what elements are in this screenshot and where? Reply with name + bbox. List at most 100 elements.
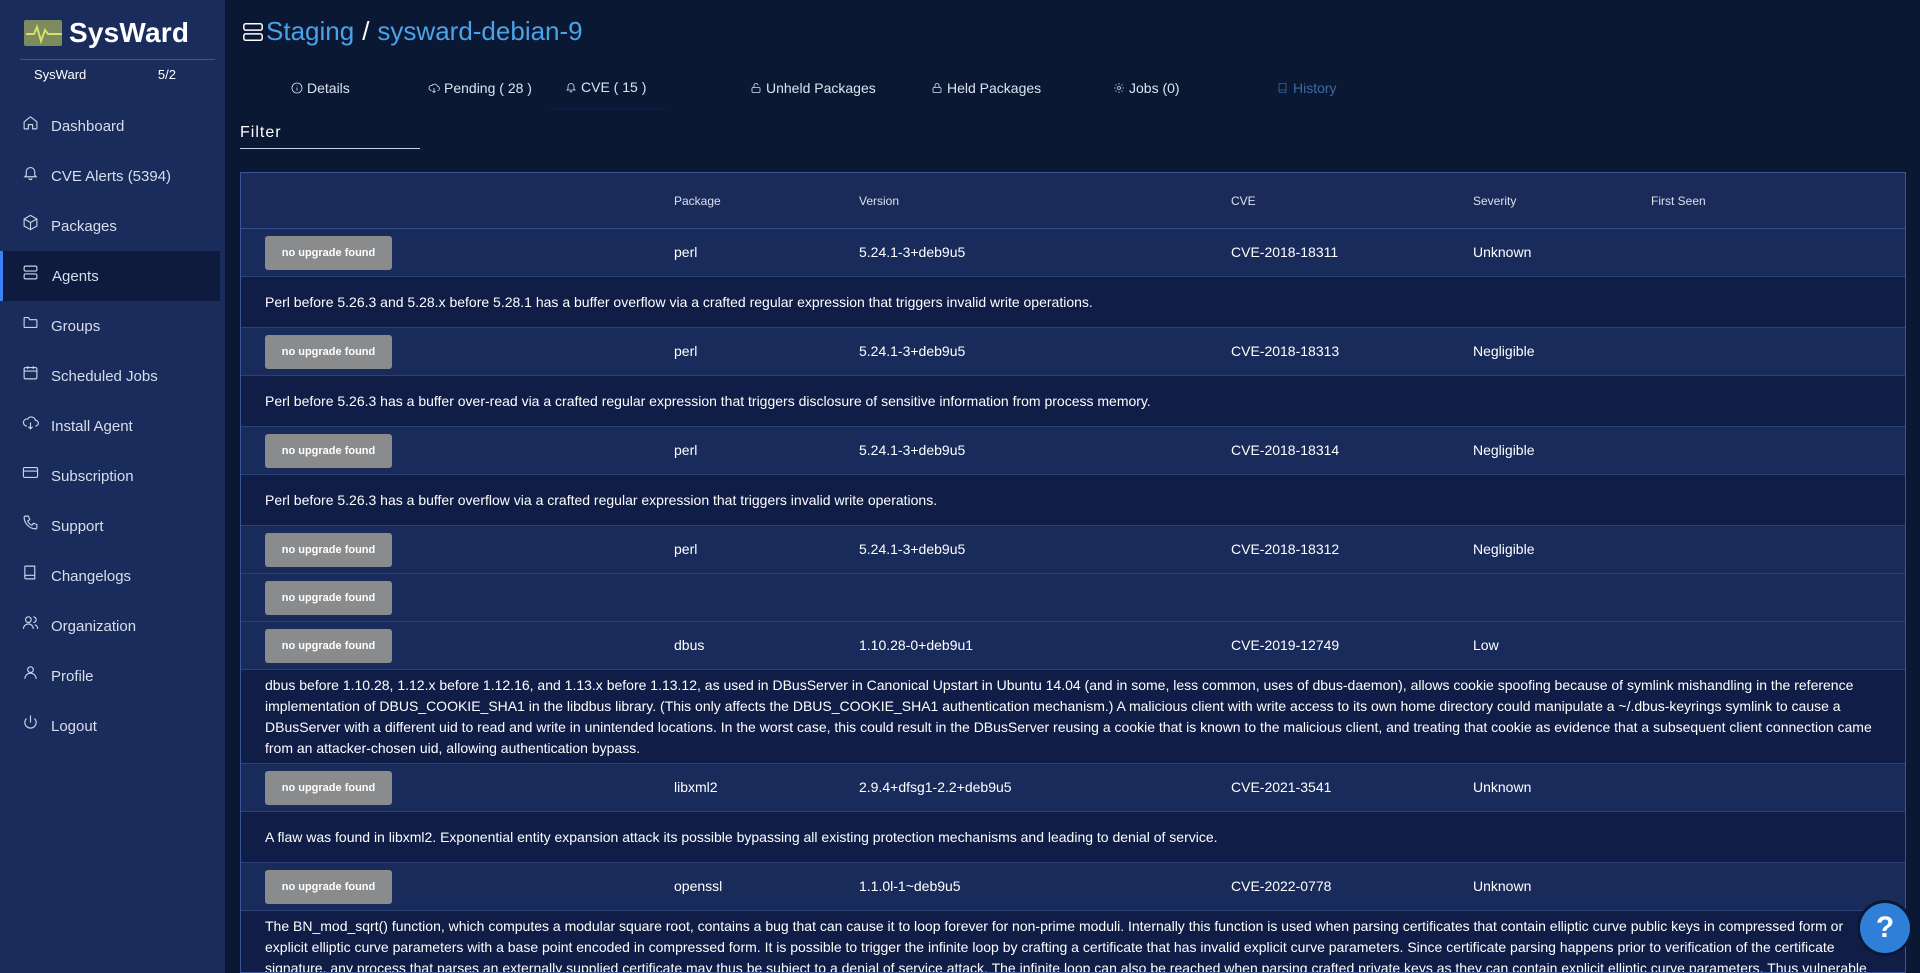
sidebar-item-label: Install Agent xyxy=(51,417,133,435)
phone-icon xyxy=(23,515,38,529)
sidebar-item-agents[interactable]: Agents xyxy=(0,251,220,301)
brand-name: SysWard xyxy=(69,17,190,48)
box-icon xyxy=(23,214,38,230)
cve-cell: CVE-2018-18311 xyxy=(1231,244,1339,260)
tab-label: CVE ( 15 ) xyxy=(581,79,647,95)
org-switcher[interactable]: SysWard 5/2 xyxy=(34,67,176,82)
no-upgrade-button[interactable]: no upgrade found xyxy=(265,581,392,615)
version-cell: 2.9.4+dfsg1-2.2+deb9u5 xyxy=(859,779,1012,795)
sidebar-nav: Dashboard CVE Alerts (5394) Packages Age… xyxy=(0,101,220,751)
column-header-package[interactable]: Package xyxy=(674,194,721,208)
sidebar-item-groups[interactable]: Groups xyxy=(0,301,220,351)
users-icon xyxy=(22,615,39,629)
breadcrumb-separator: / xyxy=(362,16,370,46)
user-icon xyxy=(24,665,37,679)
tab-label: Jobs (0) xyxy=(1129,80,1180,96)
tab-pending[interactable]: Pending ( 28 ) xyxy=(428,66,532,110)
package-cell: libxml2 xyxy=(674,779,718,795)
sidebar-item-label: Profile xyxy=(51,667,94,685)
no-upgrade-button[interactable]: no upgrade found xyxy=(265,236,392,270)
sidebar-item-packages[interactable]: Packages xyxy=(0,201,220,251)
sysward-logo-icon xyxy=(22,14,67,52)
no-upgrade-button[interactable]: no upgrade found xyxy=(265,771,392,805)
column-header-severity[interactable]: Severity xyxy=(1473,194,1516,208)
sidebar-item-label: Logout xyxy=(51,717,97,735)
agent-tabs: Details Pending ( 28 ) CVE ( 15 ) Unheld… xyxy=(242,66,1902,110)
no-upgrade-button[interactable]: no upgrade found xyxy=(265,434,392,468)
calendar-icon xyxy=(23,365,38,379)
column-header-first-seen[interactable]: First Seen xyxy=(1651,194,1706,208)
help-button[interactable]: ? xyxy=(1860,903,1910,953)
org-name: SysWard xyxy=(34,67,87,82)
no-upgrade-button[interactable]: no upgrade found xyxy=(265,533,392,567)
tab-cve[interactable]: CVE ( 15 ) xyxy=(550,66,667,110)
severity-cell: Negligible xyxy=(1473,442,1535,458)
package-cell: perl xyxy=(674,343,698,359)
book-icon xyxy=(24,565,36,579)
cve-cell: CVE-2018-18312 xyxy=(1231,541,1340,557)
cve-cell: CVE-2018-18314 xyxy=(1231,442,1340,458)
sidebar-item-install-agent[interactable]: Install Agent xyxy=(0,401,220,451)
sidebar-item-organization[interactable]: Organization xyxy=(0,601,220,651)
gear-icon xyxy=(1114,83,1124,93)
cve-table: Package Version CVE Severity First Seen … xyxy=(240,172,1906,973)
sidebar-item-scheduled-jobs[interactable]: Scheduled Jobs xyxy=(0,351,220,401)
version-cell: 5.24.1-3+deb9u5 xyxy=(859,442,966,458)
unlock-icon xyxy=(751,83,761,93)
sidebar-item-logout[interactable]: Logout xyxy=(0,701,220,751)
table-row: no upgrade found perl 5.24.1-3+deb9u5 CV… xyxy=(241,229,1905,277)
sidebar-item-support[interactable]: Support xyxy=(0,501,220,551)
tab-details[interactable]: Details xyxy=(291,66,350,110)
table-row: no upgrade found xyxy=(241,574,1905,622)
sidebar-item-cve-alerts[interactable]: CVE Alerts (5394) xyxy=(0,151,220,201)
cve-description: Perl before 5.26.3 has a buffer over-rea… xyxy=(241,376,1905,427)
tab-label: Unheld Packages xyxy=(766,80,876,96)
table-row: no upgrade found openssl 1.1.0l-1~deb9u5… xyxy=(241,863,1905,911)
breadcrumb-group-link[interactable]: Staging xyxy=(266,16,354,47)
info-icon xyxy=(291,82,303,94)
version-cell: 5.24.1-3+deb9u5 xyxy=(859,343,966,359)
filter-input[interactable]: Filter xyxy=(240,124,420,149)
severity-cell: Negligible xyxy=(1473,541,1535,557)
sidebar-item-label: Organization xyxy=(51,617,137,635)
tab-unheld-packages[interactable]: Unheld Packages xyxy=(750,66,876,110)
package-cell: dbus xyxy=(674,637,705,653)
package-cell: perl xyxy=(674,442,698,458)
credit-card-icon xyxy=(22,466,39,478)
no-upgrade-button[interactable]: no upgrade found xyxy=(265,335,392,369)
folder-icon xyxy=(23,316,38,328)
breadcrumb-host-link[interactable]: sysward-debian-9 xyxy=(377,16,582,47)
sidebar: SysWard SysWard 5/2 Dashboard CVE Alerts… xyxy=(0,0,225,973)
cve-description: Perl before 5.26.3 and 5.28.x before 5.2… xyxy=(241,277,1905,328)
cve-cell: CVE-2022-0778 xyxy=(1231,878,1332,894)
version-cell: 5.24.1-3+deb9u5 xyxy=(859,541,966,557)
page-title: Staging / sysward-debian-9 xyxy=(242,16,583,47)
tab-history[interactable]: History xyxy=(1277,66,1337,110)
no-upgrade-button[interactable]: no upgrade found xyxy=(265,870,392,904)
sidebar-item-subscription[interactable]: Subscription xyxy=(0,451,220,501)
severity-cell: Unknown xyxy=(1473,878,1532,894)
sidebar-item-dashboard[interactable]: Dashboard xyxy=(0,101,220,151)
severity-cell: Negligible xyxy=(1473,343,1535,359)
tab-label: Details xyxy=(307,80,350,96)
tab-jobs[interactable]: Jobs (0) xyxy=(1113,66,1180,110)
table-row: no upgrade found libxml2 2.9.4+dfsg1-2.2… xyxy=(241,764,1905,812)
sidebar-item-label: Groups xyxy=(51,317,101,335)
sidebar-item-label: Agents xyxy=(52,267,99,285)
tab-held-packages[interactable]: Held Packages xyxy=(931,66,1041,110)
column-header-version[interactable]: Version xyxy=(859,194,899,208)
brand[interactable]: SysWard xyxy=(22,14,189,52)
tab-label: Pending ( 28 ) xyxy=(444,80,532,96)
cve-cell: CVE-2021-3541 xyxy=(1231,779,1332,795)
severity-cell: Unknown xyxy=(1473,244,1532,260)
table-row: no upgrade found perl 5.24.1-3+deb9u5 CV… xyxy=(241,328,1905,376)
no-upgrade-button[interactable]: no upgrade found xyxy=(265,629,392,663)
column-header-cve[interactable]: CVE xyxy=(1231,194,1256,208)
power-icon xyxy=(24,714,37,729)
tab-label: Held Packages xyxy=(947,80,1042,96)
sidebar-item-profile[interactable]: Profile xyxy=(0,651,220,701)
sidebar-item-changelogs[interactable]: Changelogs xyxy=(0,551,220,601)
table-row: no upgrade found perl 5.24.1-3+deb9u5 CV… xyxy=(241,526,1905,574)
server-icon xyxy=(23,265,38,279)
tab-label: History xyxy=(1293,80,1337,96)
